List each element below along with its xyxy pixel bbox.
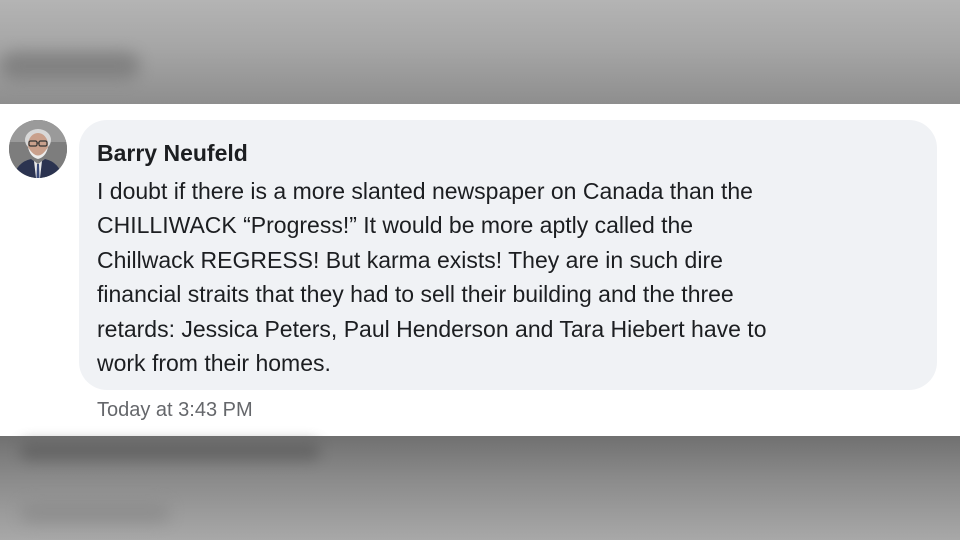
comment-line: retards: Jessica Peters, Paul Henderson … [97,315,767,342]
comment-panel: Barry Neufeld I doubt if there is a more… [0,104,960,436]
comment-author[interactable]: Barry Neufeld [97,140,248,167]
blurred-text [0,52,140,80]
comment-bubble: Barry Neufeld I doubt if there is a more… [79,120,937,390]
comment-body: I doubt if there is a more slanted newsp… [97,174,917,380]
comment-line: financial straits that they had to sell … [97,281,734,308]
blurred-background-top [0,0,960,104]
comment-line: I doubt if there is a more slanted newsp… [97,178,753,204]
screenshot-stage: Barry Neufeld I doubt if there is a more… [0,0,960,540]
comment-line: work from their homes. [97,350,331,377]
profile-photo-icon [9,120,67,178]
blurred-background-bottom [0,436,960,540]
comment-line: Chillwack REGRESS! But karma exists! The… [97,246,723,273]
comment-line: CHILLIWACK “Progress!” It would be more … [97,212,694,239]
avatar[interactable] [9,120,67,178]
blurred-text [20,442,320,460]
comment-timestamp[interactable]: Today at 3:43 PM [97,399,253,422]
blurred-text [20,502,170,522]
